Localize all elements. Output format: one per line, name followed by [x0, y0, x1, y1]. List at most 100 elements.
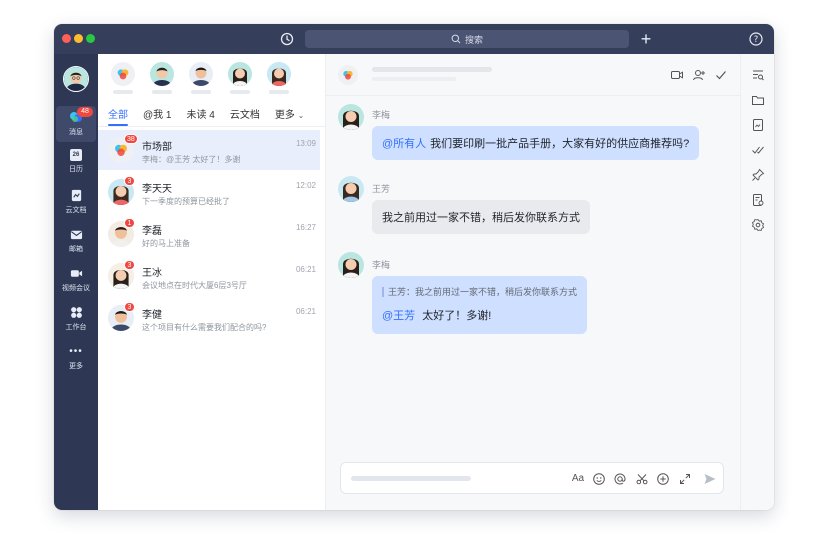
- search-placeholder: 搜索: [464, 34, 483, 45]
- conversation-preview: 下一季度的预算已经批了: [142, 197, 230, 206]
- folder-icon[interactable]: [751, 93, 765, 107]
- group-avatar[interactable]: [338, 65, 358, 85]
- svg-text:?: ?: [754, 35, 759, 45]
- conversation-time: 06:21: [295, 307, 316, 316]
- conversation-preview: 会议地点在时代大厦6层3号厅: [142, 281, 247, 290]
- search-input[interactable]: 搜索: [305, 30, 629, 48]
- nav-item-more[interactable]: ••• 更多: [56, 340, 96, 376]
- message-search-icon[interactable]: [751, 68, 765, 82]
- video-call-icon[interactable]: [670, 68, 684, 82]
- left-nav: 消息 48 26 日历 云文档 邮箱 视频会议 工作台 ••• 更多: [54, 54, 98, 510]
- message-bubble[interactable]: 我之前用过一家不错，稍后发你联系方式: [372, 200, 590, 234]
- doc-icon[interactable]: [751, 118, 765, 132]
- conversation-name: 李天天: [142, 184, 172, 195]
- add-member-icon[interactable]: [692, 68, 706, 82]
- pinned-contact[interactable]: [227, 62, 253, 94]
- add-attachment-icon[interactable]: [656, 472, 670, 486]
- group-avatar: [111, 62, 135, 86]
- maximize-window-button[interactable]: [86, 34, 95, 43]
- sender-avatar[interactable]: [338, 176, 364, 202]
- tab-more[interactable]: 更多 ⌄: [275, 106, 304, 126]
- file-settings-icon[interactable]: [751, 193, 765, 207]
- settings-icon[interactable]: [751, 218, 765, 232]
- send-icon[interactable]: [703, 472, 717, 486]
- conversation-item[interactable]: 3 王冰 会议地点在时代大厦6层3号厅 06:21: [98, 256, 320, 296]
- title-bar: 搜索 + ?: [54, 24, 774, 54]
- conversation-time: 12:02: [295, 181, 316, 190]
- conversation-name: 李磊: [142, 226, 162, 237]
- nav-item-calendar[interactable]: 26 日历: [56, 145, 96, 181]
- mention-icon[interactable]: [613, 472, 627, 486]
- conversation-preview: 李梅：@王芳 太好了！多谢: [142, 155, 241, 164]
- mention-tag[interactable]: @王芳: [382, 310, 415, 322]
- conversation-name: 李健: [142, 310, 162, 321]
- unread-badge: 38: [124, 134, 138, 144]
- conversation-item[interactable]: 1 李磊 好的马上准备 16:27: [98, 214, 320, 254]
- conversation-item[interactable]: 38 市场部 李梅：@王芳 太好了！多谢 13:09: [98, 130, 320, 170]
- sender-name: 王芳: [372, 184, 391, 194]
- pinned-contact[interactable]: [110, 62, 136, 94]
- task-check-icon[interactable]: [751, 143, 765, 157]
- sender-name: 李梅: [372, 260, 391, 270]
- pinned-contact[interactable]: [188, 62, 214, 94]
- history-icon[interactable]: [279, 31, 295, 47]
- pinned-contact[interactable]: [149, 62, 175, 94]
- unread-badge: 48: [77, 107, 93, 117]
- scissors-icon[interactable]: [635, 472, 649, 486]
- nav-item-workplace[interactable]: 工作台: [56, 301, 96, 337]
- avatar: [267, 62, 291, 86]
- message-bubble[interactable]: @所有人 我们要印刷一批产品手册，大家有好的供应商推荐吗?: [372, 126, 700, 160]
- nav-label: 工作台: [65, 324, 87, 331]
- message-composer[interactable]: Aa: [340, 462, 724, 494]
- my-avatar[interactable]: [63, 66, 89, 92]
- tab-all[interactable]: 全部: [108, 106, 128, 126]
- pinned-contact[interactable]: [266, 62, 292, 94]
- nav-label: 云文档: [65, 207, 87, 214]
- composer-placeholder: [351, 476, 471, 481]
- pinned-contacts: [110, 62, 292, 94]
- message-bubble[interactable]: 王芳：我之前用过一家不错，稍后发你联系方式 @王芳 太好了！多谢!: [372, 276, 588, 334]
- tab-docs[interactable]: 云文档: [230, 106, 260, 126]
- conversation-name: 王冰: [142, 268, 162, 279]
- quoted-message[interactable]: 王芳：我之前用过一家不错，稍后发你联系方式: [382, 287, 577, 297]
- avatar: [228, 62, 252, 86]
- minimize-window-button[interactable]: [74, 34, 83, 43]
- nav-label: 视频会议: [62, 285, 90, 292]
- avatar: [150, 62, 174, 86]
- conversation-item[interactable]: 3 李天天 下一季度的预算已经批了 12:02: [98, 172, 320, 212]
- chat-panel: 李梅 @所有人 我们要印刷一批产品手册，大家有好的供应商推荐吗? 王芳 我之前用…: [326, 54, 740, 510]
- nav-item-video[interactable]: 视频会议: [56, 262, 96, 298]
- conversation-time: 16:27: [295, 223, 316, 232]
- nav-item-messages[interactable]: 消息 48: [56, 106, 96, 142]
- pin-icon[interactable]: [751, 168, 765, 182]
- unread-badge: 3: [124, 176, 135, 186]
- help-icon[interactable]: ?: [748, 31, 764, 47]
- message-line: @王芳 太好了！多谢!: [382, 307, 491, 323]
- sender-name: 李梅: [372, 110, 391, 120]
- plus-icon[interactable]: +: [637, 30, 655, 48]
- mention-tag[interactable]: @所有人: [382, 135, 426, 151]
- conversation-time: 06:21: [295, 265, 316, 274]
- conversation-tabs: 全部 @我 1 未读 4 云文档 更多 ⌄: [108, 106, 319, 126]
- unread-badge: 3: [124, 260, 135, 270]
- chevron-down-icon: ⌄: [297, 111, 305, 120]
- unread-badge: 3: [124, 302, 135, 312]
- conversation-name: 市场部: [142, 142, 172, 153]
- tab-more-label: 更多: [274, 110, 295, 121]
- chat-subtitle-placeholder: [372, 77, 456, 81]
- nav-item-mail[interactable]: 邮箱: [56, 223, 96, 259]
- nav-label: 更多: [69, 363, 83, 370]
- format-text-icon[interactable]: Aa: [569, 472, 587, 486]
- sender-avatar[interactable]: [338, 104, 364, 130]
- nav-item-docs[interactable]: 云文档: [56, 184, 96, 220]
- unread-badge: 1: [124, 218, 135, 228]
- tab-mentions[interactable]: @我 1: [143, 106, 172, 126]
- emoji-icon[interactable]: [592, 472, 606, 486]
- nav-label: 日历: [69, 166, 83, 173]
- sender-avatar[interactable]: [338, 252, 364, 278]
- conversation-item[interactable]: 3 李健 这个项目有什么需要我们配合的吗? 06:21: [98, 298, 320, 338]
- expand-icon[interactable]: [678, 472, 692, 486]
- check-icon[interactable]: [714, 68, 728, 82]
- tab-unread[interactable]: 未读 4: [187, 106, 215, 126]
- close-window-button[interactable]: [62, 34, 71, 43]
